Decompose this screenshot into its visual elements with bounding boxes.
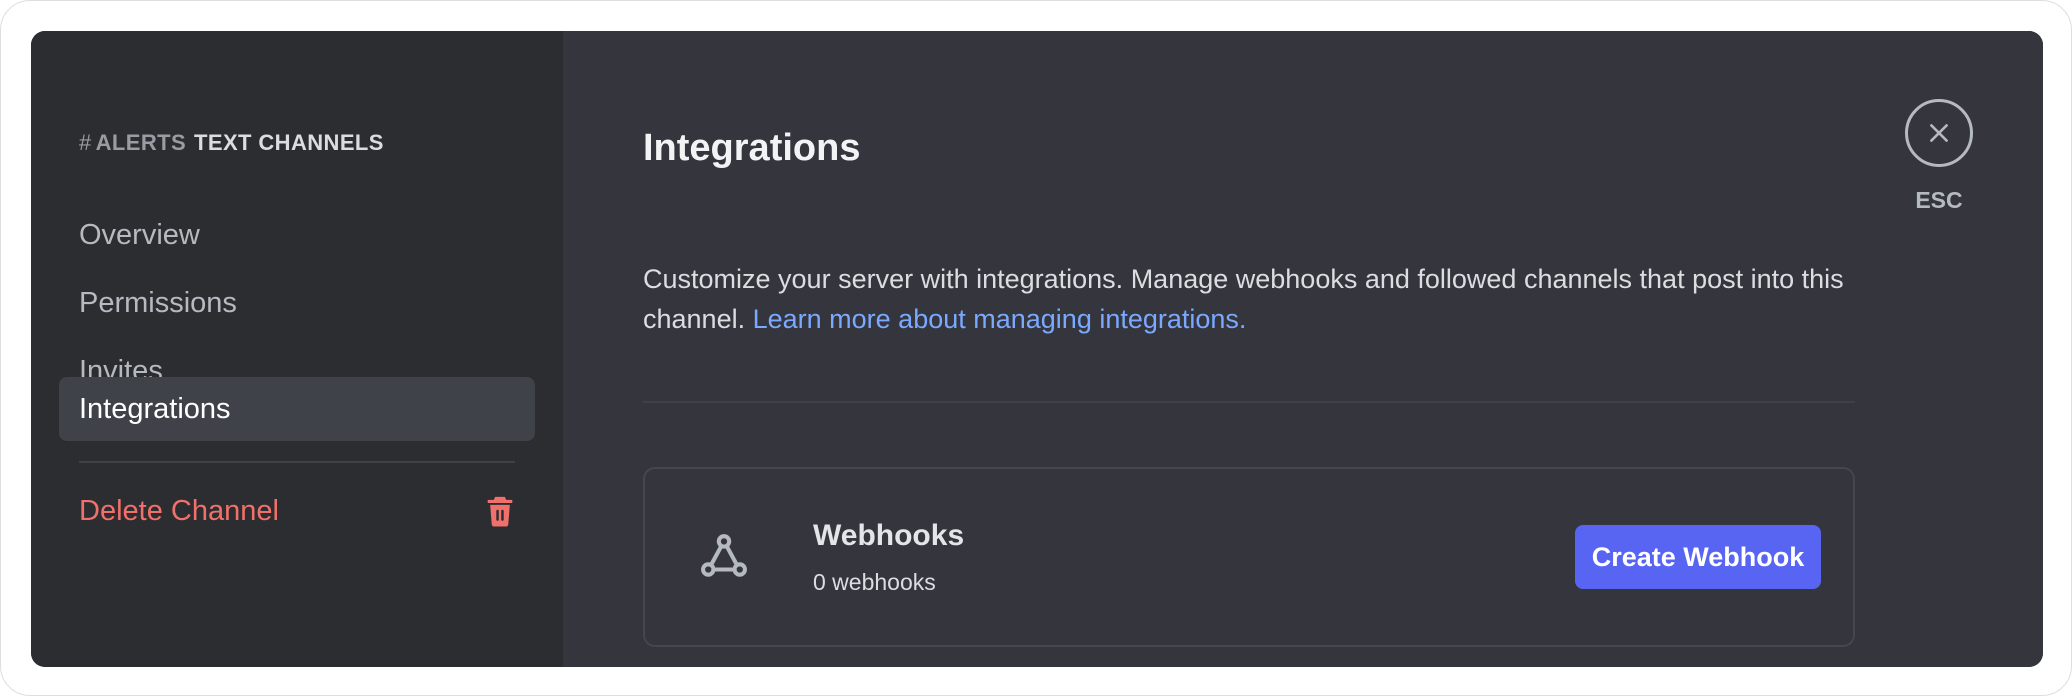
integrations-description: Customize your server with integrations.… xyxy=(643,259,1883,339)
sidebar-item-label: Permissions xyxy=(79,286,237,319)
create-webhook-button[interactable]: Create Webhook xyxy=(1575,525,1821,589)
webhooks-title: Webhooks xyxy=(813,519,965,552)
sidebar-item-permissions[interactable]: Permissions xyxy=(59,271,535,335)
close-icon xyxy=(1930,124,1948,142)
sidebar-item-label: Integrations xyxy=(79,392,231,425)
trash-icon xyxy=(487,496,513,527)
content-divider xyxy=(643,401,1855,403)
channel-settings-window: # alerts Text Channels Overview Permission… xyxy=(31,31,2043,667)
channel-name: alerts xyxy=(95,130,187,155)
close-button[interactable] xyxy=(1905,99,1973,167)
sidebar-divider xyxy=(79,461,515,463)
sidebar-item-label: Overview xyxy=(79,218,200,251)
hash-icon: # xyxy=(79,130,92,155)
webhooks-count: 0 webhooks xyxy=(813,569,936,595)
sidebar-section-header: # alerts Text Channels xyxy=(79,130,384,156)
webhooks-card: Webhooks 0 webhooks Create Webhook xyxy=(643,467,1855,647)
delete-channel-label: Delete Channel xyxy=(79,494,279,527)
app-frame: # alerts Text Channels Overview Permission… xyxy=(0,0,2072,696)
sidebar-item-overview[interactable]: Overview xyxy=(59,203,535,267)
settings-content: Integrations Customize your server with … xyxy=(563,31,2043,667)
sidebar-item-integrations[interactable]: Integrations xyxy=(59,377,535,441)
learn-more-link[interactable]: Learn more about managing integrations. xyxy=(753,304,1247,334)
webhook-icon xyxy=(701,534,747,577)
esc-label: ESC xyxy=(1915,187,1963,213)
page-title: Integrations xyxy=(643,127,861,169)
settings-sidebar: # alerts Text Channels Overview Permission… xyxy=(31,31,563,667)
category-name: Text Channels xyxy=(194,130,384,155)
delete-channel-button[interactable]: Delete Channel xyxy=(59,479,535,543)
